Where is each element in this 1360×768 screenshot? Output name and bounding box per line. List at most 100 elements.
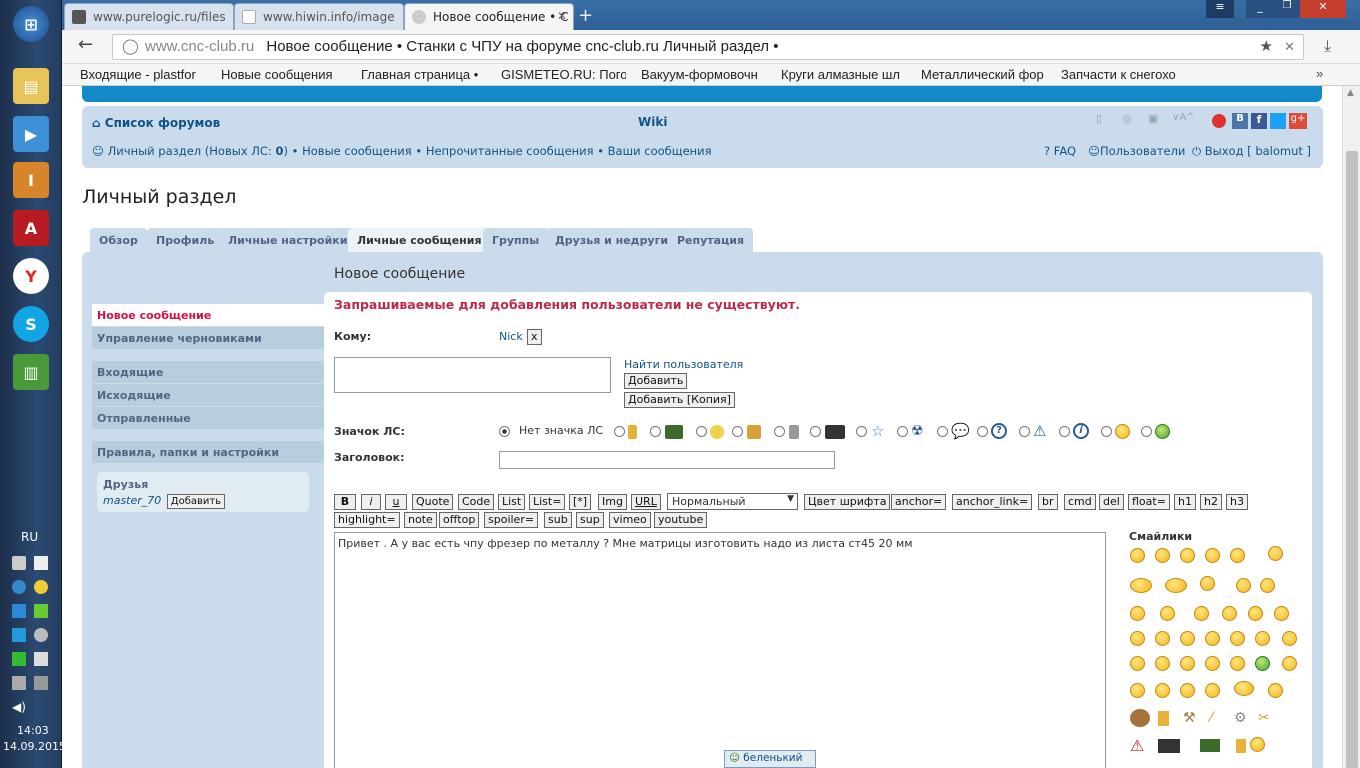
youtube-button[interactable]: youtube — [654, 512, 708, 528]
font-color-button[interactable]: Цвет шрифта — [804, 494, 891, 510]
sup-button[interactable]: sup — [576, 512, 604, 528]
twitter-icon[interactable] — [1270, 113, 1286, 129]
members-link[interactable]: ☺Пользователи — [1088, 144, 1185, 158]
green-smiley-icon[interactable] — [1255, 656, 1270, 671]
friend-link[interactable]: master_70 — [103, 494, 161, 507]
radio-icon[interactable] — [650, 426, 661, 437]
img-button[interactable]: Img — [598, 494, 627, 510]
wrench-icon[interactable]: ⚙ — [1234, 710, 1247, 726]
recipient-name[interactable]: Nick — [499, 330, 523, 343]
h1-button[interactable]: h1 — [1174, 494, 1196, 510]
autocad-icon[interactable]: A — [13, 210, 49, 246]
tray-icon[interactable] — [34, 556, 48, 570]
radio-icon[interactable] — [897, 426, 908, 437]
smiley-icon[interactable] — [1194, 606, 1209, 621]
radio-icon[interactable] — [614, 426, 625, 437]
warning-icon[interactable]: ⚠ — [1130, 736, 1144, 755]
smiley-icon[interactable] — [1180, 548, 1195, 563]
smiley-icon[interactable] — [1260, 578, 1275, 593]
scrollbar-thumb[interactable] — [1346, 151, 1358, 768]
url-field[interactable]: ◯ www.cnc-club.ru Новое сообщение • Стан… — [112, 34, 1304, 60]
del-button[interactable]: del — [1099, 494, 1124, 510]
menu-inbox[interactable]: Входящие — [92, 361, 324, 383]
smiley-icon[interactable] — [1230, 548, 1245, 563]
smiley-icon[interactable] — [1236, 578, 1251, 593]
circuit-board-icon[interactable] — [1200, 739, 1220, 752]
new-posts-link[interactable]: Новые сообщения — [302, 144, 412, 158]
back-arrow-icon[interactable]: ← — [78, 34, 93, 55]
smiley-icon[interactable] — [1282, 631, 1297, 646]
anchor-link-button[interactable]: anchor_link= — [952, 494, 1033, 510]
bookmark-item[interactable]: GISMETEO.RU: Пого — [501, 67, 626, 82]
media-player-icon[interactable]: ▶ — [13, 116, 49, 152]
font-size-select[interactable]: Нормальный ▼ — [667, 493, 798, 510]
italic-button[interactable]: i — [361, 494, 381, 510]
recipient-textarea[interactable] — [334, 357, 611, 393]
tab-new-message[interactable]: Новое сообщение • С ✕ — [404, 3, 574, 30]
download-icon[interactable]: ⤓ — [1324, 36, 1331, 56]
smiley-icon[interactable] — [1248, 606, 1263, 621]
anchor-button[interactable]: anchor= — [891, 494, 947, 510]
tray-icon[interactable] — [12, 604, 26, 618]
friend-add-button[interactable]: Добавить — [166, 494, 226, 509]
float-button[interactable]: float= — [1128, 494, 1170, 510]
radio-icon[interactable] — [937, 426, 948, 437]
clear-url-icon[interactable]: ✕ — [1284, 35, 1295, 59]
bookmark-star-icon[interactable]: ★ — [1260, 35, 1273, 59]
smiley-icon[interactable] — [1130, 631, 1145, 646]
smiley-icon[interactable] — [1155, 656, 1170, 671]
highlight-button[interactable]: highlight= — [334, 512, 400, 528]
tray-icon[interactable] — [12, 556, 26, 570]
list-button[interactable]: List — [498, 494, 526, 510]
smiley-icon[interactable] — [1130, 548, 1145, 563]
offtop-button[interactable]: offtop — [439, 512, 480, 528]
bookmark-item[interactable]: Вакуум-формовочн — [641, 67, 766, 82]
page-info-icon[interactable]: ◯ — [122, 35, 139, 59]
smiley-icon[interactable] — [1230, 631, 1245, 646]
menu-drafts[interactable]: Управление черновиками — [92, 327, 324, 349]
smiley-icon[interactable] — [1155, 631, 1170, 646]
tray-icon[interactable] — [34, 604, 48, 618]
app-icon[interactable]: ▥ — [13, 354, 49, 390]
url-button[interactable]: URL — [631, 494, 661, 510]
tab-friends-foes[interactable]: Друзья и недруги — [546, 228, 678, 252]
new-tab-button[interactable]: + — [578, 5, 593, 26]
vk-icon[interactable]: B — [1232, 113, 1248, 129]
image-icon[interactable]: ▣ — [1148, 112, 1158, 125]
start-orb-icon[interactable]: ⊞ — [13, 6, 49, 42]
code-button[interactable]: Code — [458, 494, 495, 510]
tab-groups[interactable]: Группы — [483, 228, 549, 252]
faq-link[interactable]: ? FAQ — [1044, 144, 1076, 158]
smiley-icon[interactable] — [1255, 631, 1270, 646]
tray-icon[interactable] — [12, 580, 26, 594]
tab-private-messages[interactable]: Личные сообщения — [348, 228, 491, 253]
logout-link[interactable]: ⏻ Выход [ balomut ] — [1192, 144, 1311, 159]
smiley-icon[interactable] — [1155, 683, 1170, 698]
window-menu-icon[interactable]: ≡ — [1206, 0, 1234, 18]
maximize-button[interactable]: ❐ — [1274, 0, 1300, 18]
pliers-icon[interactable]: ✂ — [1258, 710, 1270, 726]
scroll-up-icon[interactable]: ▲ — [1347, 88, 1354, 98]
your-posts-link[interactable]: Ваши сообщения — [608, 144, 712, 158]
h2-button[interactable]: h2 — [1200, 494, 1222, 510]
network-icon[interactable] — [12, 676, 26, 690]
tray-icon[interactable] — [12, 628, 26, 642]
tab-overview[interactable]: Обзор — [90, 228, 147, 252]
bookmark-item[interactable]: Металлический фор — [921, 67, 1046, 82]
more-bookmarks-icon[interactable]: » — [1316, 66, 1323, 81]
clock-time[interactable]: 14:03 — [17, 724, 49, 737]
smiley-icon[interactable] — [1250, 737, 1265, 752]
bookmark-item[interactable]: Новые сообщения — [221, 67, 346, 82]
mobile-icon[interactable]: ▯ — [1096, 112, 1102, 125]
add-button[interactable]: Добавить — [624, 373, 688, 389]
list-item-button[interactable]: [*] — [569, 494, 592, 510]
smiley-icon[interactable] — [1282, 656, 1297, 671]
clock-date[interactable]: 14.09.2015 — [3, 740, 66, 753]
smiley-icon[interactable] — [1205, 631, 1220, 646]
forum-index-link[interactable]: ⌂ Список форумов — [92, 116, 220, 130]
flag-icon[interactable] — [34, 652, 48, 666]
yandex-browser-icon[interactable]: Y — [13, 258, 49, 294]
radio-icon[interactable] — [977, 426, 988, 437]
smiley-icon[interactable] — [1268, 683, 1283, 698]
tray-icon[interactable] — [34, 628, 48, 642]
